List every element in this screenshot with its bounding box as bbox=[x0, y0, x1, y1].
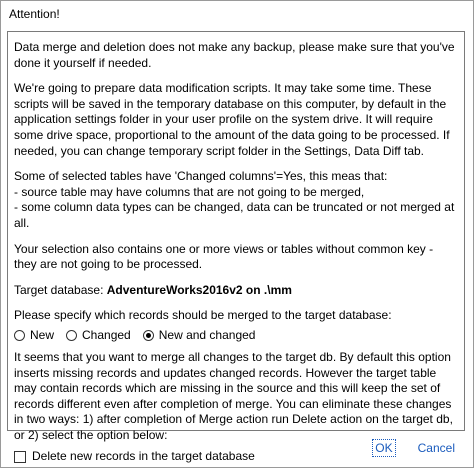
scripts-info-text: We're going to prepare data modification… bbox=[14, 81, 450, 158]
changed-columns-line-1: Some of selected tables have 'Changed co… bbox=[14, 169, 388, 184]
records-radio-group: New Changed New and changed bbox=[14, 328, 458, 344]
delete-new-records-label: Delete new records in the target databas… bbox=[32, 449, 255, 464]
dialog-buttons: OK Cancel bbox=[372, 439, 459, 457]
radio-changed-label: Changed bbox=[82, 328, 131, 343]
radio-new-label: New bbox=[30, 328, 55, 343]
radio-new-circle[interactable] bbox=[14, 330, 25, 342]
no-common-key-text: Your selection also contains one or more… bbox=[14, 241, 434, 272]
cancel-button[interactable]: Cancel bbox=[414, 439, 459, 457]
target-database-line: Target database: AdventureWorks2016v2 on… bbox=[14, 283, 458, 299]
merge-explanation-text: It seems that you want to merge all chan… bbox=[14, 349, 453, 442]
changed-columns-text: Some of selected tables have 'Changed co… bbox=[14, 169, 458, 231]
radio-new-and-changed[interactable]: New and changed bbox=[142, 328, 256, 344]
dialog-title: Attention! bbox=[1, 1, 473, 27]
changed-columns-line-3: - some column data types can be changed,… bbox=[14, 200, 455, 230]
dialog-content: Data merge and deletion does not make an… bbox=[7, 31, 465, 463]
attention-dialog: Attention! Data merge and deletion does … bbox=[0, 0, 474, 468]
radio-new-and-changed-circle[interactable] bbox=[142, 330, 154, 342]
radio-new[interactable]: New bbox=[14, 328, 54, 344]
backup-warning-text: Data merge and deletion does not make an… bbox=[14, 40, 455, 70]
target-database-label: Target database: bbox=[14, 282, 107, 297]
target-database-value: AdventureWorks2016v2 on .\mm bbox=[106, 282, 292, 297]
delete-new-records-checkbox[interactable] bbox=[14, 451, 26, 464]
changed-columns-line-2: - source table may have columns that are… bbox=[14, 184, 365, 199]
radio-changed[interactable]: Changed bbox=[66, 328, 131, 344]
radio-changed-circle[interactable] bbox=[66, 330, 78, 342]
radio-new-and-changed-label: New and changed bbox=[158, 328, 256, 343]
records-question-text: Please specify which records should be m… bbox=[14, 308, 392, 323]
ok-button[interactable]: OK bbox=[372, 439, 396, 457]
